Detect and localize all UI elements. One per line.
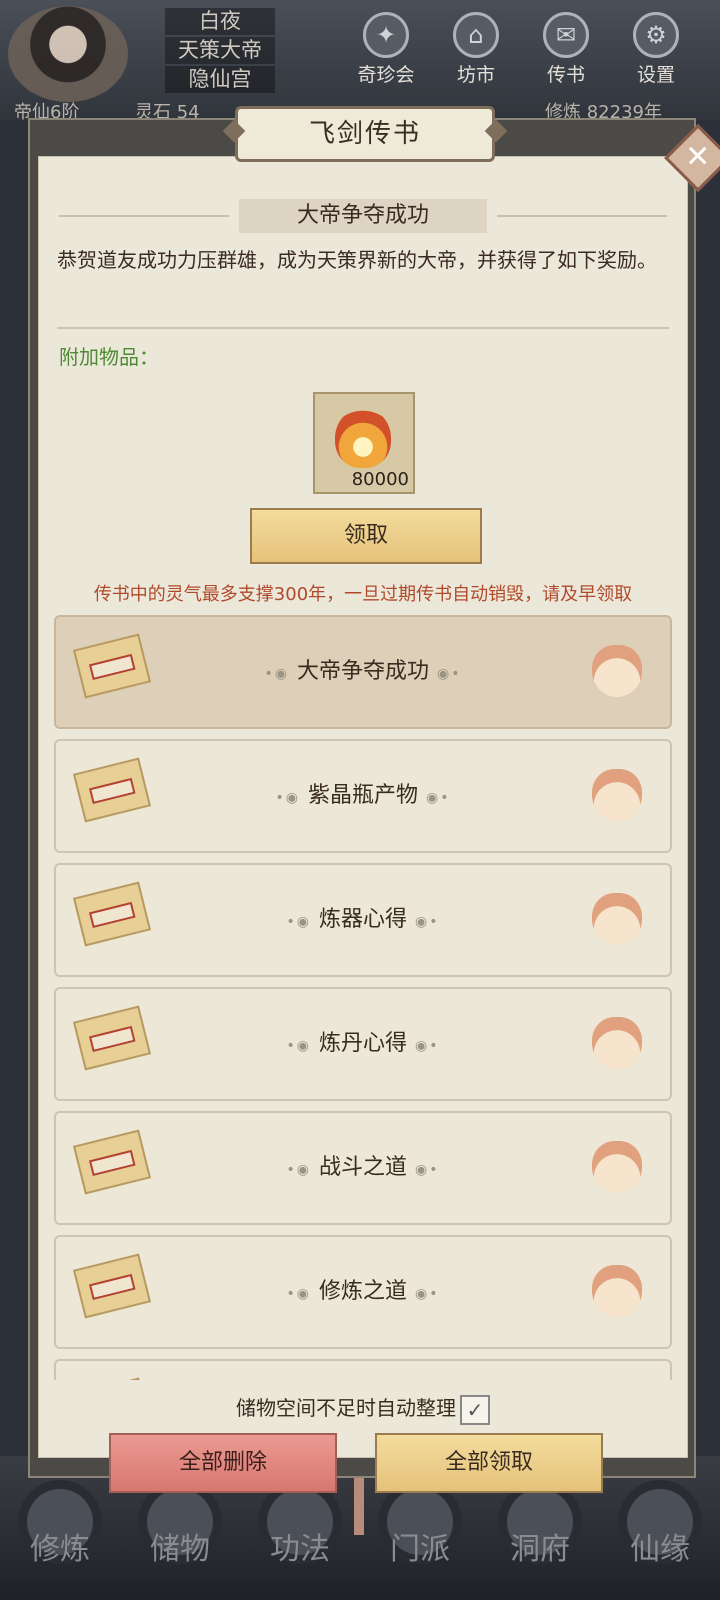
mail-title: 战斗之道 [318, 1155, 407, 1180]
mail-item[interactable]: •◉ 修炼之道 ◉• [54, 1235, 672, 1349]
dialog-title: 飞剑传书 [235, 106, 495, 162]
attachment-item[interactable]: 80000 [313, 392, 415, 494]
nav-treasure[interactable]: ✦ 奇珍会 [350, 10, 422, 86]
nav-label: 洞府 [510, 1532, 570, 1567]
nav-label: 功法 [270, 1532, 330, 1567]
nav-letters[interactable]: ✉ 传书 [530, 10, 602, 86]
nav-label: 设置 [636, 64, 675, 86]
mail-title-wrap: •◉ 紫晶瓶产物 ◉• [275, 783, 451, 808]
nav-label: 储物 [150, 1532, 210, 1567]
auto-sort-label: 储物空间不足时自动整理 [236, 1396, 456, 1420]
nav-storage[interactable]: 储物 [130, 1480, 230, 1590]
pouch-icon [592, 1017, 642, 1069]
mail-title-wrap: •◉ 炼丹心得 ◉• [286, 1031, 440, 1056]
close-icon: ✕ [685, 139, 711, 175]
mail-title: 炼器心得 [318, 907, 407, 932]
gear-icon: ⚙ [633, 12, 679, 58]
mail-item[interactable]: •◉ 紫晶瓶产物 ◉• [54, 739, 672, 853]
envelope-icon [72, 1377, 152, 1380]
attachments-label: 附加物品： [59, 345, 159, 369]
dialog-paper: 大帝争夺成功 恭贺道友成功力压群雄，成为天策界新的大帝，并获得了如下奖励。 附加… [38, 156, 688, 1493]
player-title: 天策大帝 [165, 37, 275, 64]
mail-title-wrap: •◉ 修炼之道 ◉• [286, 1279, 440, 1304]
player-info: 白夜 天策大帝 隐仙宫 [165, 8, 275, 95]
mail-item[interactable]: •◉ 战斗之道 ◉• [54, 1111, 672, 1225]
message-subject: 大帝争夺成功 [239, 199, 487, 233]
expiry-warning: 传书中的灵气最多支撑300年，一旦过期传书自动销毁，请及早领取 [93, 584, 633, 605]
mail-item[interactable]: •◉ 大帝争夺成功 ◉• [54, 615, 672, 729]
nav-fate[interactable]: 仙缘 [610, 1480, 710, 1590]
player-name: 白夜 [165, 8, 275, 35]
nav-cave[interactable]: 洞府 [490, 1480, 590, 1590]
treasure-icon: ✦ [363, 12, 409, 58]
divider [57, 327, 669, 329]
nav-sect[interactable]: 门派 [370, 1480, 470, 1590]
flame-icon [335, 408, 391, 468]
top-nav: ✦ 奇珍会 ⌂ 坊市 ✉ 传书 ⚙ 设置 [350, 10, 692, 86]
nav-label: 门派 [390, 1532, 450, 1567]
mail-title-wrap: •◉ 战斗之道 ◉• [286, 1155, 440, 1180]
mail-title: 大帝争夺成功 [296, 659, 429, 684]
nav-label: 坊市 [456, 64, 495, 86]
nav-settings[interactable]: ⚙ 设置 [620, 10, 692, 86]
claim-all-button[interactable]: 全部领取 [375, 1433, 603, 1493]
nav-label: 奇珍会 [357, 64, 415, 86]
market-icon: ⌂ [453, 12, 499, 58]
subject-rule-right [497, 215, 667, 217]
mail-title: 炼丹心得 [318, 1031, 407, 1056]
claim-button[interactable]: 领取 [250, 508, 482, 564]
subject-rule-left [59, 215, 229, 217]
nav-label: 传书 [546, 64, 585, 86]
item-count: 80000 [351, 469, 409, 490]
mail-title-wrap: •◉ 炼器心得 ◉• [286, 907, 440, 932]
checkmark-icon[interactable]: ✓ [460, 1394, 490, 1425]
mail-item[interactable] [54, 1359, 672, 1380]
pouch-icon [592, 1141, 642, 1193]
mail-title: 修炼之道 [318, 1279, 407, 1304]
delete-all-button[interactable]: 全部删除 [109, 1433, 337, 1493]
pouch-icon [592, 645, 642, 697]
mail-title: 紫晶瓶产物 [307, 783, 418, 808]
pouch-icon [592, 769, 642, 821]
auto-sort-option[interactable]: 储物空间不足时自动整理 ✓ [39, 1392, 687, 1425]
pouch-icon [592, 893, 642, 945]
nav-market[interactable]: ⌂ 坊市 [440, 10, 512, 86]
nav-cultivate[interactable]: 修炼 [10, 1480, 110, 1590]
player-sect: 隐仙宫 [165, 66, 275, 93]
avatar[interactable] [8, 6, 128, 102]
message-body: 恭贺道友成功力压群雄，成为天策界新的大帝，并获得了如下奖励。 [57, 248, 657, 272]
pouch-icon [592, 1265, 642, 1317]
mail-dialog: 大帝争夺成功 恭贺道友成功力压群雄，成为天策界新的大帝，并获得了如下奖励。 附加… [28, 106, 720, 1493]
top-hud: 白夜 天策大帝 隐仙宫 ✦ 奇珍会 ⌂ 坊市 ✉ 传书 ⚙ 设置 帝仙6阶 灵石… [0, 0, 720, 123]
mail-item[interactable]: •◉ 炼器心得 ◉• [54, 863, 672, 977]
nav-label: 修炼 [30, 1532, 90, 1567]
nav-skills[interactable]: 功法 [250, 1480, 350, 1590]
nav-label: 仙缘 [630, 1532, 690, 1567]
mail-item[interactable]: •◉ 炼丹心得 ◉• [54, 987, 672, 1101]
letter-icon: ✉ [543, 12, 589, 58]
mail-list[interactable]: •◉ 大帝争夺成功 ◉• •◉ 紫晶瓶产物 ◉• •◉ 炼器心得 ◉• •◉ 炼丹心得 ◉• • [54, 615, 672, 1380]
mail-title-wrap: •◉ 大帝争夺成功 ◉• [264, 659, 462, 684]
